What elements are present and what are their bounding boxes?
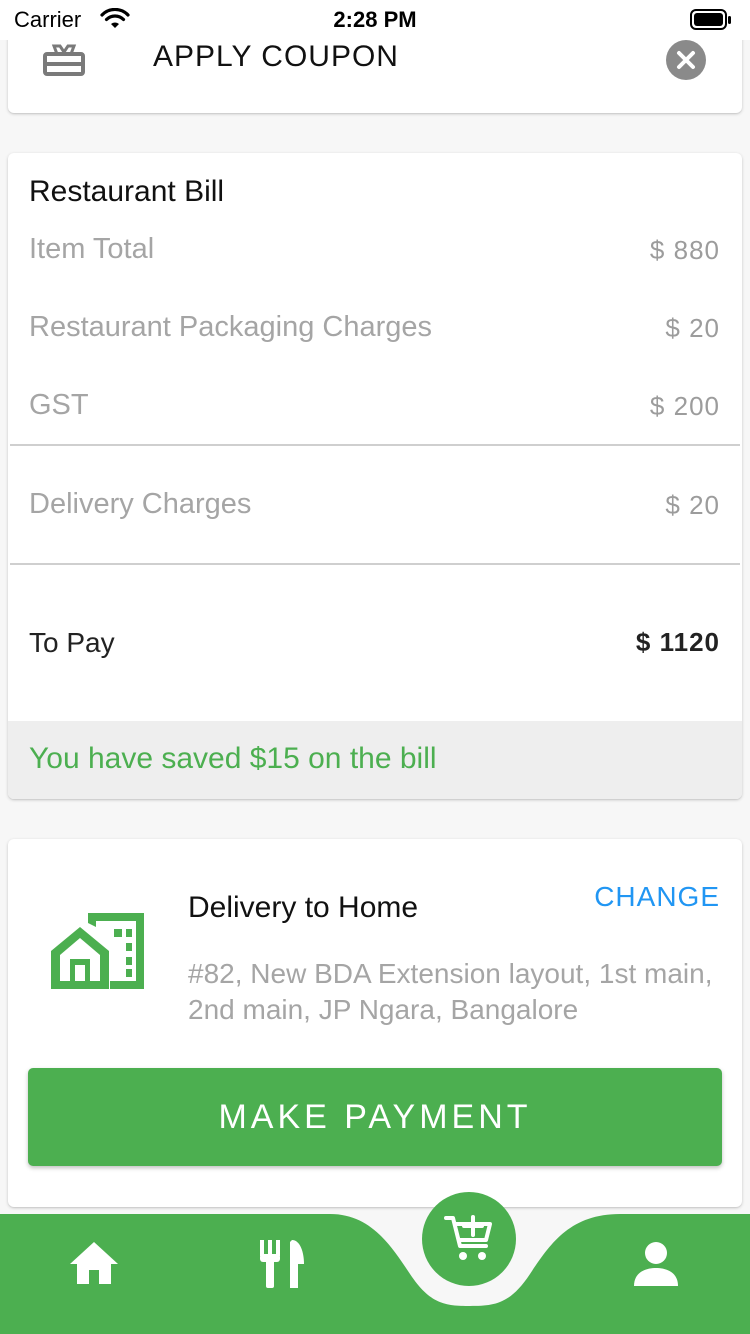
packaging-charges-value: $ 20 [665, 313, 720, 343]
divider [10, 563, 740, 565]
home-icon[interactable] [68, 1240, 120, 1291]
cart-add-button[interactable] [422, 1192, 516, 1286]
battery-icon [690, 9, 732, 30]
profile-icon[interactable] [632, 1240, 680, 1293]
savings-banner: You have saved $15 on the bill [8, 721, 742, 799]
gst-label: GST [29, 389, 89, 421]
cart-add-icon [444, 1212, 496, 1269]
delivery-charges-value: $ 20 [665, 490, 720, 520]
to-pay-label: To Pay [29, 627, 115, 658]
item-total-label: Item Total [29, 233, 155, 265]
bill-title: Restaurant Bill [29, 175, 225, 208]
packaging-charges-label: Restaurant Packaging Charges [29, 311, 433, 343]
make-payment-button[interactable]: MAKE PAYMENT [28, 1068, 722, 1166]
savings-text: You have saved $15 on the bill [29, 742, 437, 775]
apply-coupon-label: APPLY COUPON [153, 40, 399, 73]
delivery-title: Delivery to Home [188, 891, 419, 924]
delivery-card: Delivery to Home CHANGE #82, New BDA Ext… [8, 839, 742, 1207]
home-building-icon [50, 913, 146, 998]
to-pay-value: $ 1120 [635, 627, 720, 657]
restaurant-icon[interactable] [258, 1238, 306, 1295]
delivery-charges-label: Delivery Charges [29, 488, 252, 520]
close-icon[interactable] [666, 40, 706, 80]
item-total-value: $ 880 [649, 235, 720, 265]
clock: 2:28 PM [333, 7, 417, 32]
divider [10, 444, 740, 446]
coupon-icon [43, 40, 85, 83]
restaurant-bill-card: Restaurant Bill Item Total $ 880 Restaur… [8, 153, 742, 799]
change-address-button[interactable]: CHANGE [594, 881, 720, 913]
gst-value: $ 200 [649, 391, 720, 421]
delivery-address: #82, New BDA Extension layout, 1st main,… [188, 958, 713, 1025]
status-bar: Carrier 2:28 PM [0, 0, 750, 40]
bottom-navigation [0, 1214, 750, 1334]
